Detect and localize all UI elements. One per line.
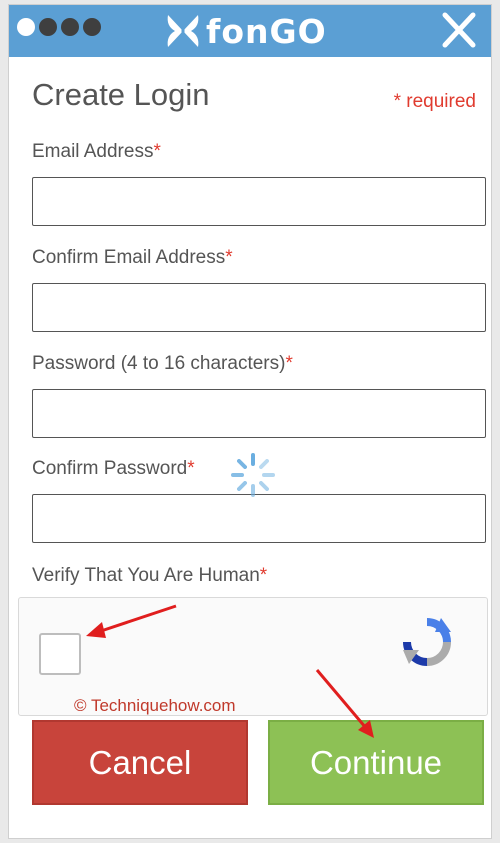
captcha-label: Verify That You Are Human*	[32, 565, 267, 587]
app-frame: fonGO Create Login * required Email Addr…	[8, 4, 492, 839]
confirm-email-label-text: Confirm Email Address	[32, 247, 226, 268]
status-dots	[17, 18, 101, 36]
watermark-text: © Techniquehow.com	[74, 696, 236, 715]
recaptcha-icon	[403, 618, 451, 666]
required-star: *	[259, 565, 268, 586]
confirm-email-field[interactable]	[32, 283, 486, 332]
header-bar: fonGO	[9, 5, 491, 57]
status-dot	[83, 18, 101, 36]
email-field[interactable]	[32, 177, 486, 226]
confirm-email-label: Confirm Email Address*	[32, 247, 233, 269]
confirm-password-field[interactable]	[32, 494, 486, 543]
required-star: *	[225, 247, 233, 268]
required-star: *	[153, 141, 161, 162]
password-label: Password (4 to 16 characters)*	[32, 353, 293, 375]
brand-logo: fonGO	[164, 11, 327, 51]
required-star: *	[285, 353, 293, 374]
confirm-password-label-text: Confirm Password	[32, 458, 188, 479]
password-label-text: Password (4 to 16 characters)	[32, 353, 286, 374]
captcha-checkbox[interactable]	[39, 633, 81, 675]
password-field[interactable]	[32, 389, 486, 438]
cancel-button[interactable]: Cancel	[32, 720, 248, 805]
email-label: Email Address*	[32, 141, 161, 163]
required-star: *	[187, 458, 195, 479]
close-icon[interactable]	[437, 9, 481, 53]
spinner-icon	[231, 453, 275, 497]
butterfly-logo-icon	[167, 15, 199, 47]
required-note: * required	[393, 91, 476, 112]
brand-name: fonGO	[206, 11, 327, 51]
captcha-label-text: Verify That You Are Human	[32, 565, 260, 586]
continue-button[interactable]: Continue	[268, 720, 484, 805]
page-title: Create Login	[32, 77, 210, 112]
status-dot	[39, 18, 57, 36]
email-label-text: Email Address	[32, 141, 154, 162]
status-dot	[17, 18, 35, 36]
status-dot	[61, 18, 79, 36]
confirm-password-label: Confirm Password*	[32, 458, 195, 480]
